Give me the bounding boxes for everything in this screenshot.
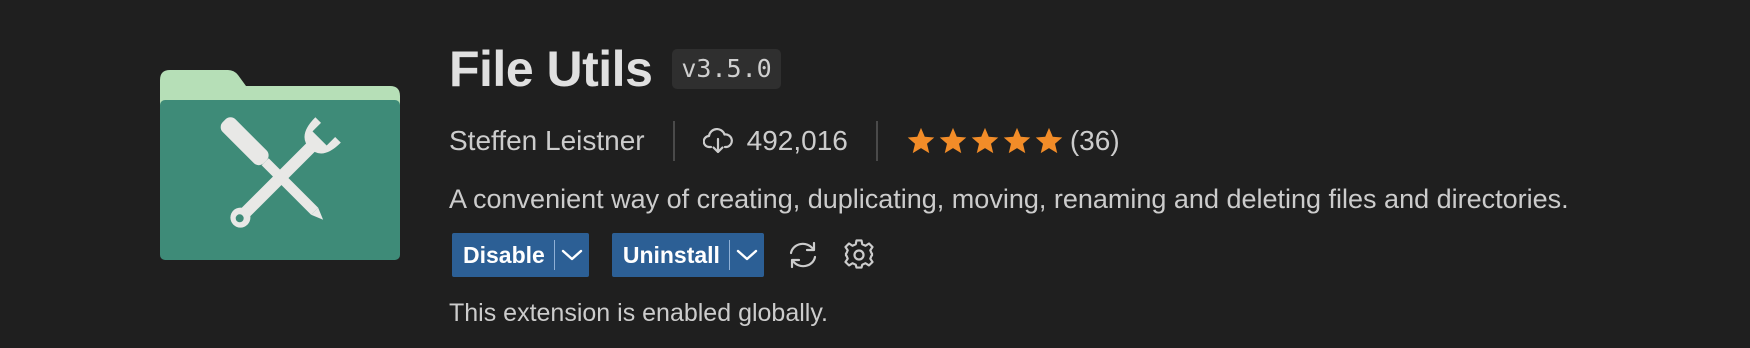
disable-dropdown[interactable] [555, 233, 589, 277]
separator [875, 121, 878, 161]
star-icon [1035, 127, 1063, 154]
action-bar: Disable Uninstall [449, 233, 1569, 277]
star-icon [939, 127, 967, 154]
chevron-down-icon [736, 249, 758, 261]
extension-description: A convenient way of creating, duplicatin… [449, 184, 1569, 214]
extension-info: File Utils v3.5.0 Steffen Leistner 492,0… [449, 38, 1569, 328]
uninstall-button[interactable]: Uninstall [611, 233, 764, 277]
status-text: This extension is enabled globally. [449, 299, 828, 327]
separator [672, 121, 675, 161]
sync-button[interactable] [784, 236, 822, 274]
publisher-name[interactable]: Steffen Leistner [449, 125, 645, 157]
rating[interactable]: (36) [906, 125, 1120, 157]
chevron-down-icon [561, 249, 583, 261]
star-icon [971, 127, 999, 154]
uninstall-dropdown[interactable] [730, 233, 764, 277]
gear-icon [844, 239, 874, 269]
disable-button[interactable]: Disable [452, 233, 589, 277]
star-icon [1003, 127, 1031, 154]
extension-header: File Utils v3.5.0 Steffen Leistner 492,0… [0, 0, 1750, 348]
sync-icon [789, 241, 817, 269]
install-count: 492,016 [746, 125, 848, 156]
title-row: File Utils v3.5.0 [449, 38, 1569, 100]
version-badge: v3.5.0 [672, 49, 781, 89]
cloud-download-icon [702, 128, 733, 154]
star-icon [907, 127, 935, 154]
disable-button-label[interactable]: Disable [452, 233, 554, 277]
settings-button[interactable] [840, 236, 878, 274]
meta-row: Steffen Leistner 492,016 (36) [449, 120, 1569, 162]
rating-count: (36) [1069, 125, 1120, 156]
extension-name: File Utils [449, 41, 653, 97]
uninstall-button-label[interactable]: Uninstall [612, 233, 729, 277]
folder-tools-icon [160, 70, 400, 260]
